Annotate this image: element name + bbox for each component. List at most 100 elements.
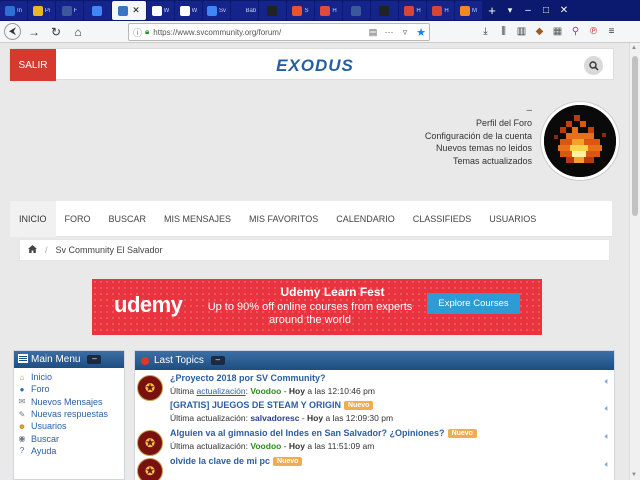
- ad-cta-button[interactable]: Explore Courses: [427, 293, 520, 314]
- nav-mis-mensajes[interactable]: MIS MENSAJES: [155, 201, 240, 237]
- menu-item-label[interactable]: Ayuda: [31, 446, 56, 456]
- menu-item-ayuda[interactable]: ? Ayuda: [14, 445, 124, 457]
- logout-button[interactable]: SALIR: [10, 49, 56, 81]
- profile-link[interactable]: Perfil del Foro: [425, 117, 532, 130]
- extension-4-icon[interactable]: ℗: [586, 25, 601, 39]
- menu-item-label[interactable]: Usuarios: [31, 421, 67, 431]
- author-link[interactable]: Voodoo: [250, 386, 281, 396]
- browser-tab[interactable]: Pi: [28, 1, 55, 20]
- extension-2-icon[interactable]: ▦: [550, 25, 565, 39]
- menu-item-label[interactable]: Inicio: [31, 372, 52, 382]
- nav-calendario[interactable]: CALENDARIO: [327, 201, 404, 237]
- speaker-icon[interactable]: 🔈︎: [605, 376, 610, 387]
- scroll-up-arrow-icon[interactable]: ▲: [631, 45, 637, 51]
- browser-tab[interactable]: [259, 1, 286, 20]
- forward-button[interactable]: →: [25, 23, 43, 41]
- topic-title-link[interactable]: ¿Proyecto 2018 por SV Community?: [170, 373, 326, 383]
- browser-tab[interactable]: W: [175, 1, 202, 20]
- browser-tab[interactable]: [343, 1, 370, 20]
- tab-favicon-icon: [179, 5, 190, 16]
- reader-view-icon[interactable]: ▤: [365, 27, 381, 38]
- search-icon[interactable]: [584, 56, 603, 75]
- browser-tab[interactable]: [371, 1, 398, 20]
- menu-item-nuevos-mensajes[interactable]: ✉ Nuevos Mensajes: [14, 396, 124, 408]
- menu-item-usuarios[interactable]: ☻ Usuarios: [14, 420, 124, 432]
- page-scrollbar[interactable]: ▲ ▼: [629, 43, 640, 480]
- topic-title-link[interactable]: [GRATIS] JUEGOS DE STEAM Y ORIGIN: [170, 400, 341, 410]
- menu-item-label[interactable]: Foro: [31, 384, 50, 394]
- maximize-icon[interactable]: □: [537, 5, 555, 16]
- unread-topics-link[interactable]: Nuevos temas no leidos: [425, 142, 532, 155]
- scrollbar-thumb[interactable]: [632, 56, 638, 216]
- downloads-icon[interactable]: ⤓: [478, 25, 493, 39]
- browser-tab[interactable]: W: [147, 1, 174, 20]
- topic-title-link[interactable]: olvide la clave de mi pc: [170, 456, 270, 466]
- scroll-down-arrow-icon[interactable]: ▼: [631, 472, 637, 478]
- nav-inicio[interactable]: INICIO: [10, 200, 56, 237]
- browser-tab[interactable]: [84, 1, 111, 20]
- browser-tab[interactable]: S: [287, 1, 314, 20]
- menu-item-foro[interactable]: ● Foro: [14, 383, 124, 395]
- browser-tab[interactable]: M: [455, 1, 482, 20]
- topic-board-icon[interactable]: ✪: [137, 458, 163, 480]
- topic-title-link[interactable]: Alguien va al gimnasio del Indes en San …: [170, 428, 445, 438]
- close-window-icon[interactable]: ✕: [555, 5, 573, 16]
- bookmark-star-icon[interactable]: ★: [413, 26, 429, 39]
- sidebar-icon[interactable]: ▥: [514, 25, 529, 39]
- site-info-icon[interactable]: ⓘ: [133, 26, 142, 39]
- back-button[interactable]: ⮜: [4, 23, 21, 40]
- author-link[interactable]: Voodoo: [250, 441, 281, 451]
- extension-1-icon[interactable]: ◆: [532, 25, 547, 39]
- browser-tab[interactable]: Baby: [231, 1, 258, 20]
- reload-button[interactable]: ↻: [47, 23, 65, 41]
- tab-favicon-icon: [32, 5, 43, 16]
- site-logo[interactable]: EXODUS: [260, 56, 370, 76]
- nav-classifieds[interactable]: CLASSIFIEDS: [404, 201, 481, 237]
- nav-usuarios[interactable]: USUARIOS: [480, 201, 545, 237]
- extension-3-icon[interactable]: ⚲: [568, 25, 583, 39]
- spacer: -: [281, 441, 289, 451]
- menu-item-label[interactable]: Buscar: [31, 434, 59, 444]
- tab-close-icon[interactable]: ✕: [132, 5, 140, 16]
- speaker-icon[interactable]: 🔈︎: [605, 431, 610, 442]
- new-tab-button[interactable]: +: [483, 3, 501, 18]
- author-link[interactable]: salvadoresc: [250, 413, 299, 423]
- update-link[interactable]: actualización: [196, 386, 245, 396]
- avatar[interactable]: [541, 102, 619, 180]
- browser-tab[interactable]: In: [0, 1, 27, 20]
- nav-foro[interactable]: FORO: [56, 201, 100, 237]
- menu-item-inicio[interactable]: ⌂ Inicio: [14, 371, 124, 383]
- pocket-icon[interactable]: ▿: [397, 27, 413, 38]
- browser-tab[interactable]: H: [427, 1, 454, 20]
- browser-tab[interactable]: H: [315, 1, 342, 20]
- browser-tab[interactable]: Sv: [203, 1, 230, 20]
- udemy-ad-banner[interactable]: udemy Udemy Learn Fest Up to 90% off onl…: [92, 279, 542, 335]
- menu-icon[interactable]: ≡: [604, 25, 619, 39]
- updated-topics-link[interactable]: Temas actualizados: [425, 155, 532, 168]
- last-topics-collapse-button[interactable]: –: [210, 356, 225, 365]
- home-button[interactable]: ⌂: [69, 23, 87, 41]
- nav-buscar[interactable]: BUSCAR: [100, 201, 156, 237]
- browser-tab[interactable]: H: [399, 1, 426, 20]
- breadcrumb-current[interactable]: Sv Community El Salvador: [56, 245, 163, 255]
- url-text[interactable]: https://www.svcommunity.org/forum/: [153, 28, 365, 37]
- tab-list-chevron-icon[interactable]: ▾: [501, 5, 519, 16]
- menu-item-buscar[interactable]: ◉ Buscar: [14, 432, 124, 444]
- url-bar[interactable]: ⓘ 🔒︎ https://www.svcommunity.org/forum/ …: [128, 23, 430, 41]
- nav-mis-favoritos[interactable]: MIS FAVORITOS: [240, 201, 327, 237]
- topic-board-icon[interactable]: ✪: [137, 375, 163, 401]
- home-icon[interactable]: [28, 245, 37, 255]
- browser-tab[interactable]: F: [56, 1, 83, 20]
- page-actions-icon[interactable]: ···: [381, 27, 397, 37]
- main-menu-collapse-button[interactable]: –: [87, 355, 102, 364]
- account-settings-link[interactable]: Configuración de la cuenta: [425, 130, 532, 143]
- speaker-icon[interactable]: 🔈︎: [605, 459, 610, 470]
- speaker-icon[interactable]: 🔈︎: [605, 403, 610, 414]
- minimize-icon[interactable]: –: [519, 5, 537, 16]
- topic-board-icon[interactable]: ✪: [137, 430, 163, 456]
- menu-item-nuevas-respuestas[interactable]: ✎ Nuevas respuestas: [14, 408, 124, 420]
- browser-tab[interactable]: ✕: [112, 1, 146, 20]
- menu-item-label[interactable]: Nuevos Mensajes: [31, 397, 103, 407]
- menu-item-label[interactable]: Nuevas respuestas: [31, 409, 108, 419]
- library-icon[interactable]: ⫼: [496, 25, 511, 39]
